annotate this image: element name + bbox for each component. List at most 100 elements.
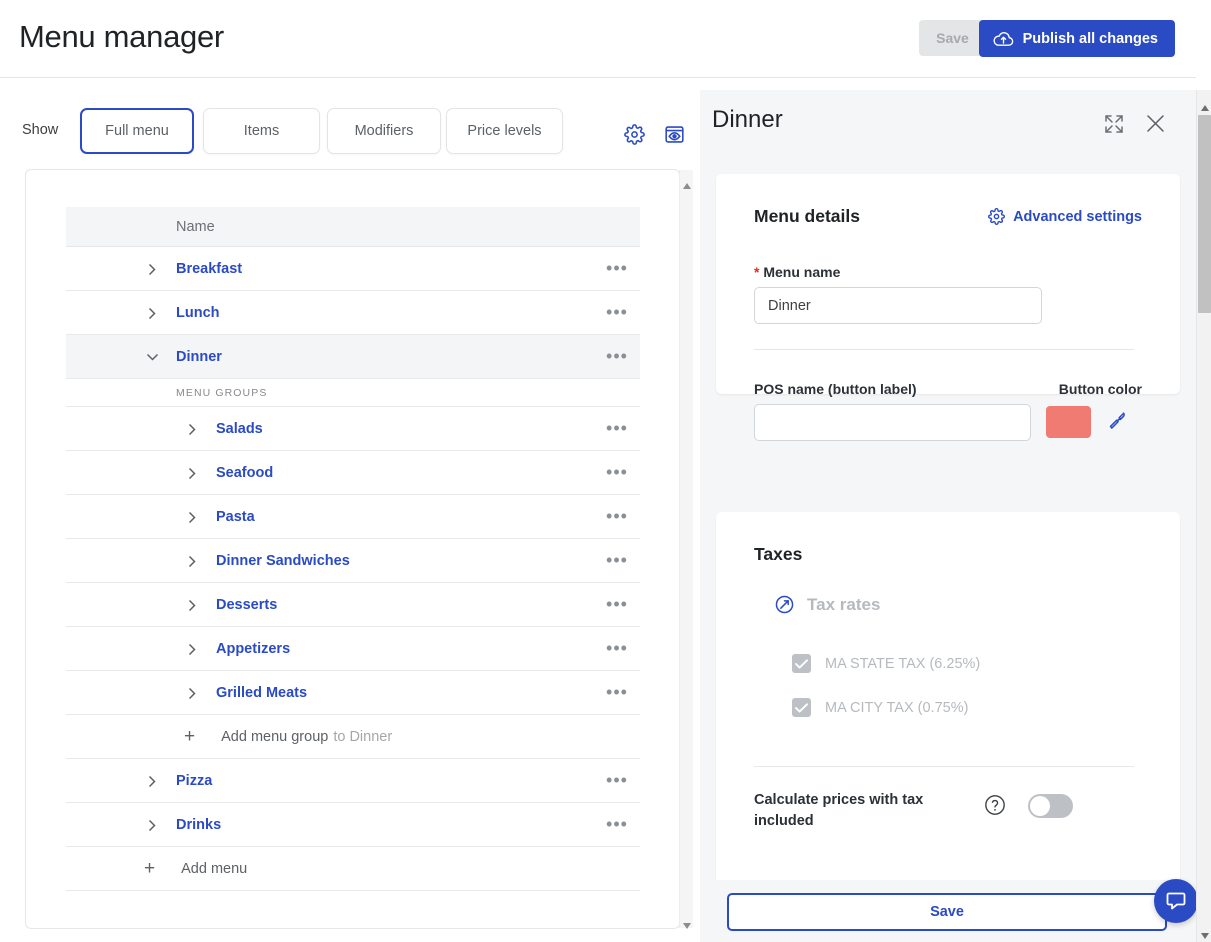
drag-handle-icon[interactable]: [144, 421, 158, 437]
scroll-up-arrow-icon[interactable]: [1201, 98, 1209, 111]
drag-handle-icon[interactable]: [104, 349, 118, 365]
drag-handle-icon[interactable]: [144, 465, 158, 481]
chevron-right-icon[interactable]: [184, 597, 200, 613]
row-overflow-menu-button[interactable]: •••: [606, 506, 628, 527]
close-icon[interactable]: [1145, 113, 1166, 134]
row-overflow-menu-button[interactable]: •••: [606, 770, 628, 791]
scroll-down-arrow-icon[interactable]: [683, 916, 691, 929]
drag-handle-icon[interactable]: [104, 261, 118, 277]
save-button-detail[interactable]: Save: [727, 893, 1167, 931]
group-label-grilled-meats[interactable]: Grilled Meats: [216, 685, 307, 701]
tax-rate-row-ma-state[interactable]: MA STATE TAX (6.25%): [792, 654, 980, 673]
help-circle-icon[interactable]: [984, 794, 1006, 816]
table-row[interactable]: Grilled Meats •••: [66, 671, 640, 715]
chevron-right-icon[interactable]: [184, 641, 200, 657]
row-overflow-menu-button[interactable]: •••: [606, 418, 628, 439]
button-color-swatch[interactable]: [1046, 406, 1091, 438]
tax-rate-row-ma-city[interactable]: MA CITY TAX (0.75%): [792, 698, 968, 717]
group-label-dinner-sandwiches[interactable]: Dinner Sandwiches: [216, 553, 350, 569]
row-overflow-menu-button[interactable]: •••: [606, 346, 628, 367]
filter-tab-modifiers[interactable]: Modifiers: [327, 108, 441, 154]
row-overflow-menu-button[interactable]: •••: [606, 462, 628, 483]
table-row[interactable]: Pizza •••: [66, 759, 640, 803]
menu-label-pizza[interactable]: Pizza: [176, 773, 212, 789]
cloud-upload-icon: [993, 31, 1014, 47]
chat-bubble-icon[interactable]: [1154, 879, 1198, 923]
add-menu-button[interactable]: + Add menu: [66, 847, 640, 891]
table-row[interactable]: Drinks •••: [66, 803, 640, 847]
plus-icon: +: [144, 858, 156, 879]
group-label-seafood[interactable]: Seafood: [216, 465, 273, 481]
menu-manager-page: Menu manager Save Publish all changes Sh…: [0, 0, 1211, 942]
pos-name-label: POS name (button label): [754, 381, 917, 397]
checkbox-checked-icon[interactable]: [792, 654, 811, 673]
drag-handle-icon[interactable]: [104, 817, 118, 833]
calculate-prices-toggle[interactable]: [1028, 794, 1073, 818]
drag-handle-icon[interactable]: [144, 553, 158, 569]
drag-handle-icon[interactable]: [144, 685, 158, 701]
table-row[interactable]: Appetizers •••: [66, 627, 640, 671]
table-row[interactable]: Seafood •••: [66, 451, 640, 495]
scrollbar-thumb[interactable]: [1198, 115, 1211, 313]
tree-scrollbar[interactable]: [679, 170, 693, 929]
add-menu-label: Add menu: [181, 860, 248, 877]
table-row[interactable]: Desserts •••: [66, 583, 640, 627]
publish-all-changes-button[interactable]: Publish all changes: [978, 20, 1175, 57]
window-scrollbar[interactable]: [1196, 90, 1211, 942]
chevron-right-icon[interactable]: [184, 509, 200, 525]
table-row[interactable]: Breakfast •••: [66, 247, 640, 291]
table-row[interactable]: Salads •••: [66, 407, 640, 451]
chevron-right-icon[interactable]: [184, 465, 200, 481]
chevron-right-icon[interactable]: [144, 261, 160, 277]
drag-handle-icon[interactable]: [104, 773, 118, 789]
chevron-right-icon[interactable]: [144, 305, 160, 321]
checkbox-checked-icon[interactable]: [792, 698, 811, 717]
menu-name-input[interactable]: [754, 287, 1042, 324]
menu-label-breakfast[interactable]: Breakfast: [176, 261, 242, 277]
chevron-right-icon[interactable]: [144, 817, 160, 833]
chevron-right-icon[interactable]: [144, 773, 160, 789]
scroll-up-arrow-icon[interactable]: [683, 176, 691, 189]
row-overflow-menu-button[interactable]: •••: [606, 682, 628, 703]
drag-handle-icon[interactable]: [144, 597, 158, 613]
filter-tab-items[interactable]: Items: [203, 108, 320, 154]
group-label-desserts[interactable]: Desserts: [216, 597, 277, 613]
chevron-right-icon[interactable]: [184, 685, 200, 701]
row-overflow-menu-button[interactable]: •••: [606, 638, 628, 659]
filter-tab-full-menu[interactable]: Full menu: [80, 108, 194, 154]
save-button-top[interactable]: Save: [919, 20, 986, 56]
drag-handle-icon[interactable]: [104, 305, 118, 321]
pos-name-input[interactable]: [754, 404, 1031, 441]
table-row-selected[interactable]: Dinner •••: [66, 335, 640, 379]
row-overflow-menu-button[interactable]: •••: [606, 550, 628, 571]
preview-eye-icon[interactable]: [661, 121, 687, 147]
row-overflow-menu-button[interactable]: •••: [606, 258, 628, 279]
tax-rates-link[interactable]: Tax rates: [774, 594, 880, 615]
chevron-right-icon[interactable]: [184, 553, 200, 569]
eyedropper-icon[interactable]: [1108, 411, 1128, 431]
row-overflow-menu-button[interactable]: •••: [606, 594, 628, 615]
filter-tab-price-levels[interactable]: Price levels: [446, 108, 563, 154]
row-overflow-menu-button[interactable]: •••: [606, 302, 628, 323]
menu-label-drinks[interactable]: Drinks: [176, 817, 221, 833]
menu-groups-caption-label: MENU GROUPS: [176, 386, 268, 399]
group-label-appetizers[interactable]: Appetizers: [216, 641, 290, 657]
chevron-right-icon[interactable]: [184, 421, 200, 437]
scroll-down-arrow-icon[interactable]: [1201, 926, 1209, 939]
chevron-down-icon[interactable]: [144, 349, 160, 365]
group-label-salads[interactable]: Salads: [216, 421, 263, 437]
advanced-settings-link[interactable]: Advanced settings: [988, 208, 1142, 225]
table-row[interactable]: Lunch •••: [66, 291, 640, 335]
group-label-pasta[interactable]: Pasta: [216, 509, 255, 525]
menu-label-dinner[interactable]: Dinner: [176, 349, 222, 365]
add-menu-group-button[interactable]: + Add menu group to Dinner: [66, 715, 640, 759]
row-overflow-menu-button[interactable]: •••: [606, 814, 628, 835]
expand-icon[interactable]: [1104, 114, 1124, 134]
table-row[interactable]: Dinner Sandwiches •••: [66, 539, 640, 583]
gear-icon[interactable]: [621, 121, 647, 147]
drag-handle-icon[interactable]: [144, 641, 158, 657]
menu-label-lunch[interactable]: Lunch: [176, 305, 220, 321]
button-color-label: Button color: [1058, 381, 1142, 397]
drag-handle-icon[interactable]: [144, 509, 158, 525]
table-row[interactable]: Pasta •••: [66, 495, 640, 539]
